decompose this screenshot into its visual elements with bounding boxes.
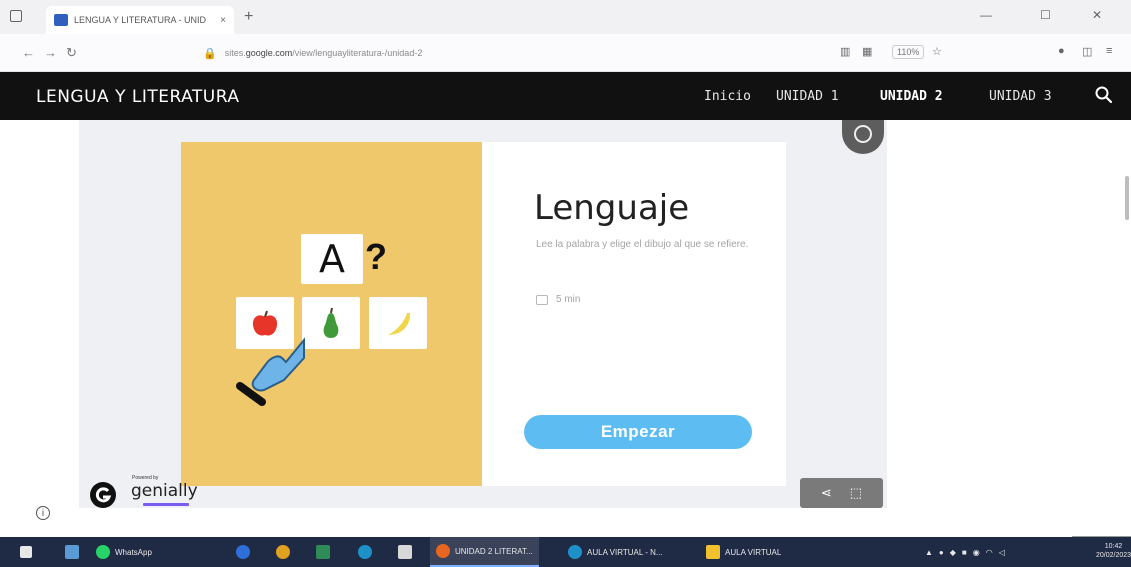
edge-icon [568, 545, 582, 559]
taskbar-clock[interactable]: 10:42 20/02/2023 [1096, 542, 1131, 560]
start-menu-button[interactable] [20, 537, 32, 567]
nav-unidad-2[interactable]: UNIDAD 2 [880, 89, 943, 104]
extension-icon[interactable]: ● [1058, 45, 1065, 57]
taskbar-aula-2[interactable]: AULA VIRTUAL [706, 537, 781, 567]
url-prefix: sites. [224, 48, 246, 58]
genially-corner-badge[interactable] [842, 120, 884, 154]
taskbar-whatsapp[interactable]: WhatsApp [96, 537, 152, 567]
interactive-hand-icon [854, 125, 872, 143]
new-tab-button[interactable]: + [244, 8, 253, 26]
wifi-icon[interactable]: ◠ [986, 548, 993, 557]
more-menu-icon[interactable]: ≡ [1106, 45, 1112, 57]
taskbar-app[interactable] [65, 537, 79, 567]
tab-close-button[interactable]: × [220, 15, 226, 26]
site-header: LENGUA Y LITERATURA Inicio UNIDAD 1 UNID… [0, 72, 1131, 120]
share-icon[interactable]: ⋖ [821, 485, 832, 501]
favorite-star-icon[interactable]: ☆ [932, 45, 942, 58]
tray-icon[interactable]: ▲ [925, 548, 933, 557]
clock-icon [536, 294, 548, 305]
windows-icon [20, 546, 32, 558]
taskbar-aula-1[interactable]: AULA VIRTUAL - N... [568, 537, 663, 567]
folder-icon [706, 545, 720, 559]
minimize-button[interactable]: — [980, 8, 992, 22]
forward-button[interactable]: → [44, 45, 57, 60]
tab-title: LENGUA Y LITERATURA - UNID [74, 15, 207, 25]
taskbar-browser-label: UNIDAD 2 LITERAT... [455, 546, 533, 556]
collections-icon[interactable]: ◫ [1082, 45, 1092, 58]
taskbar-aula-2-label: AULA VIRTUAL [725, 547, 782, 557]
nav-unidad-3[interactable]: UNIDAD 3 [989, 89, 1052, 104]
app-icon [398, 545, 412, 559]
taskbar-aula-1-label: AULA VIRTUAL - N... [587, 547, 663, 557]
edge-icon [358, 545, 372, 559]
address-bar-row: ← → ↻ 🔒 sites.google.com/view/lenguaylit… [0, 34, 1131, 72]
genially-logo-icon[interactable] [88, 480, 118, 510]
duration-text: 5 min [556, 294, 581, 305]
letter-tile: A [301, 234, 363, 284]
system-tray[interactable]: ▲ ● ◆ ■ ◉ ◠ ◁ [925, 537, 1005, 567]
tab-actions-icon[interactable] [10, 10, 22, 22]
tray-icon[interactable]: ● [939, 548, 944, 557]
windows-taskbar: WhatsApp UNIDAD 2 LITERAT... AULA VIRTUA… [0, 537, 1131, 567]
clock-date: 20/02/2023 [1096, 552, 1131, 559]
taskbar-browser-active[interactable]: UNIDAD 2 LITERAT... [430, 537, 539, 567]
refresh-button[interactable]: ↻ [66, 45, 77, 61]
tray-icon[interactable]: ◆ [950, 548, 956, 557]
nav-inicio[interactable]: Inicio [704, 89, 751, 104]
browser-tab[interactable]: LENGUA Y LITERATURA - UNID × [46, 6, 234, 34]
volume-icon[interactable]: ◁ [999, 548, 1005, 557]
file-explorer-icon [65, 545, 79, 559]
search-icon[interactable] [1093, 84, 1115, 106]
fullscreen-icon[interactable]: ⬚ [850, 485, 862, 501]
close-window-button[interactable]: ✕ [1092, 8, 1102, 22]
start-button[interactable]: Empezar [524, 415, 752, 449]
taskbar-app[interactable] [236, 537, 250, 567]
taskbar-chrome[interactable] [276, 537, 290, 567]
tray-icon[interactable]: ■ [962, 548, 967, 557]
nav-unidad-1[interactable]: UNIDAD 1 [776, 89, 839, 104]
url-domain: google.com [245, 48, 293, 58]
taskbar-app[interactable] [398, 537, 412, 567]
site-title[interactable]: LENGUA Y LITERATURA [36, 87, 240, 107]
info-icon[interactable]: i [36, 506, 50, 520]
browser-icon [436, 544, 450, 558]
genially-brand[interactable]: genially [131, 481, 198, 501]
activity-duration: 5 min [536, 294, 580, 305]
lock-icon: 🔒 [203, 47, 217, 60]
banana-tile [369, 297, 427, 349]
question-mark: ? [365, 236, 387, 277]
url-path: /view/lenguayliteratura-/unidad-2 [292, 48, 423, 58]
activity-heading: Lenguaje [534, 188, 690, 228]
activity-description: Lee la palabra y elige el dibujo al que … [536, 239, 749, 250]
excel-icon [316, 545, 330, 559]
back-button[interactable]: ← [22, 45, 35, 60]
clock-time: 10:42 [1104, 543, 1123, 550]
whatsapp-icon [96, 545, 110, 559]
reader-view-icon[interactable]: ▥ [840, 45, 850, 58]
favicon-icon [54, 14, 68, 26]
taskbar-app[interactable] [358, 537, 372, 567]
pointing-hand-icon [236, 337, 305, 406]
browser-tab-bar: LENGUA Y LITERATURA - UNID × + — ☐ ✕ [0, 0, 1131, 34]
restore-button[interactable]: ☐ [1040, 8, 1051, 22]
app-icon [236, 545, 250, 559]
apps-icon[interactable]: ▦ [862, 45, 872, 58]
chrome-icon [276, 545, 290, 559]
scrollbar[interactable] [1125, 176, 1129, 220]
taskbar-whatsapp-label: WhatsApp [115, 547, 152, 557]
share-toolbar: ⋖ ⬚ [800, 478, 883, 508]
zoom-level[interactable]: 110% [892, 45, 925, 59]
taskbar-app[interactable] [316, 537, 330, 567]
tray-icon[interactable]: ◉ [973, 548, 980, 557]
banana-icon [388, 313, 411, 335]
brand-underline [143, 503, 189, 506]
